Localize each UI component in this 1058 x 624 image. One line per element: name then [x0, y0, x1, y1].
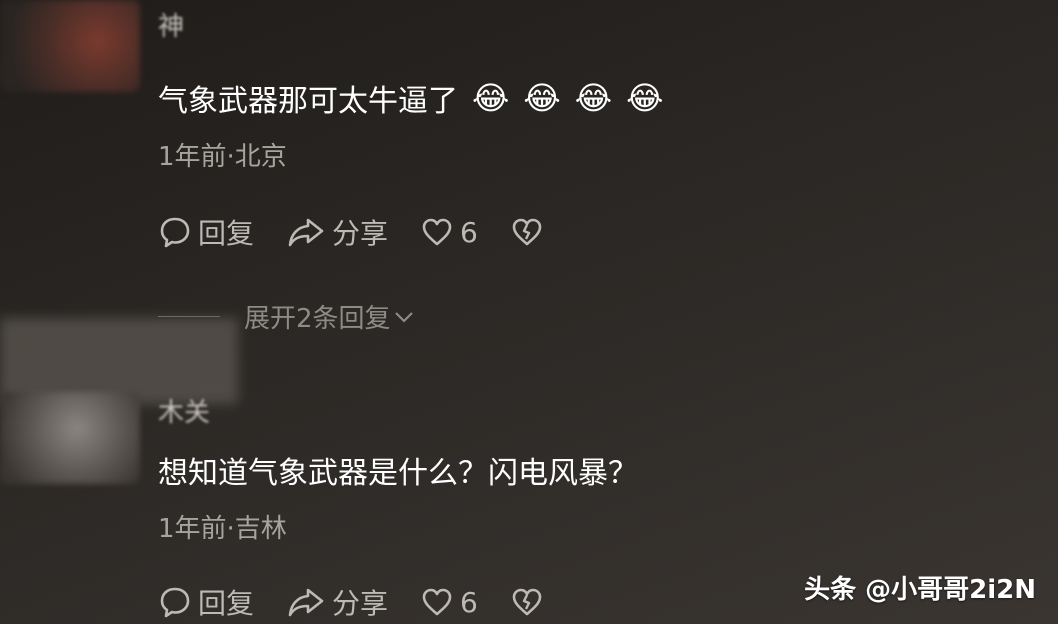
share-button[interactable]: 分享 [286, 582, 388, 622]
dislike-button[interactable] [510, 585, 544, 619]
reply-button[interactable]: 回复 [158, 212, 254, 252]
laughing-crying-emoji-icon: 😂 [523, 79, 561, 117]
comment-meta: 1年前·吉林 [158, 514, 287, 544]
chevron-down-icon [394, 311, 413, 323]
laughing-crying-emoji-icon: 😂 [626, 79, 664, 117]
heart-icon [422, 588, 452, 616]
comment-actions: 回复 分享 6 [158, 582, 576, 622]
divider-line [158, 316, 220, 317]
comment-text: 气象武器那可太牛逼了 [158, 84, 458, 119]
comment-text: 想知道气象武器是什么？闪电风暴？ [158, 456, 638, 491]
like-count: 6 [460, 215, 478, 249]
comment-body: 气象武器那可太牛逼了 😂 😂 😂 😂 [158, 76, 664, 120]
reply-label: 回复 [198, 217, 255, 250]
share-label: 分享 [332, 217, 389, 250]
comment-username[interactable]: 神 [158, 6, 184, 43]
comment-actions: 回复 分享 6 [158, 212, 576, 252]
share-arrow-icon [288, 218, 324, 247]
like-count: 6 [460, 585, 478, 619]
avatar[interactable] [0, 392, 140, 484]
reply-label: 回复 [198, 587, 255, 620]
comment-bubble-icon [160, 217, 190, 248]
share-arrow-icon [288, 588, 324, 617]
comment-meta: 1年前·北京 [158, 142, 287, 172]
reply-button[interactable]: 回复 [158, 582, 254, 622]
comment-username[interactable]: 木关 [158, 392, 210, 429]
broken-heart-icon [512, 218, 542, 246]
expand-replies-label: 展开2条回复 [244, 304, 391, 334]
share-label: 分享 [332, 587, 389, 620]
dislike-button[interactable] [510, 215, 544, 249]
comment-bubble-icon [160, 587, 190, 618]
like-button[interactable]: 6 [420, 585, 478, 619]
heart-icon [422, 218, 452, 246]
share-button[interactable]: 分享 [286, 212, 388, 252]
avatar[interactable] [0, 0, 140, 92]
laughing-crying-emoji-icon: 😂 [472, 79, 510, 117]
broken-heart-icon [512, 588, 542, 616]
comment-body: 想知道气象武器是什么？闪电风暴？ [158, 448, 638, 492]
like-button[interactable]: 6 [420, 215, 478, 249]
laughing-crying-emoji-icon: 😂 [574, 79, 613, 117]
watermark: 头条 @小哥哥2i2N [804, 575, 1036, 605]
